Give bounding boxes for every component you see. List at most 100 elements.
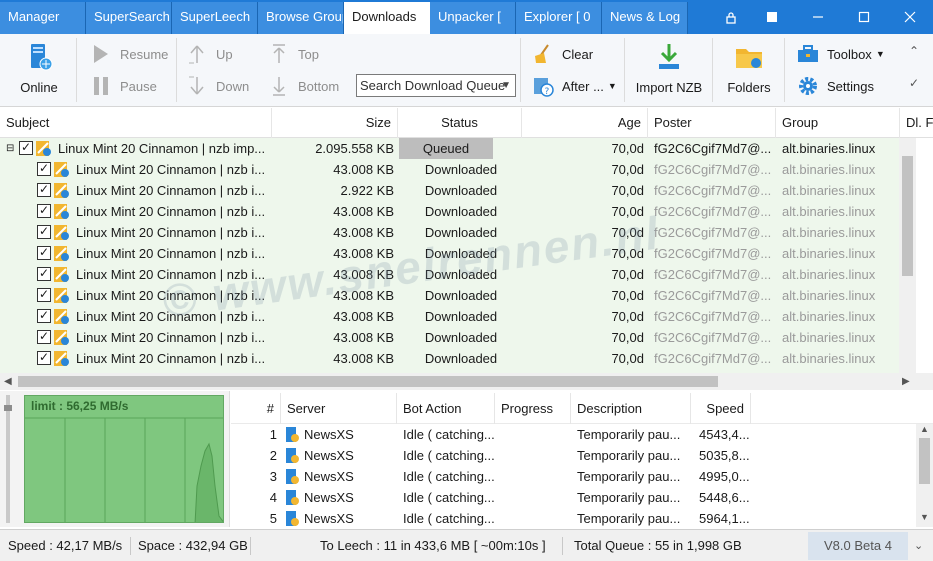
row-age: 70,0d (611, 225, 644, 240)
minimize-icon[interactable] (795, 0, 841, 34)
scrollbar-thumb[interactable] (919, 438, 930, 484)
import-nzb-button[interactable]: Import NZB (630, 42, 708, 95)
tab-downloads[interactable]: Downloads (344, 2, 430, 34)
server-speed: 5035,8... (699, 448, 750, 463)
row-checkbox[interactable]: ✓ (37, 162, 51, 176)
server-row[interactable]: 1 NewsXS Idle ( catching... Temporarily pau… (231, 424, 916, 445)
row-group: alt.binaries.linux (782, 162, 876, 177)
tab-manager[interactable]: Manager (0, 2, 86, 34)
row-checkbox[interactable]: ✓ (37, 204, 51, 218)
column-header-description[interactable]: Description (571, 393, 691, 424)
settings-button[interactable]: Settings (797, 75, 874, 97)
status-total-queue: Total Queue : 55 in 1,998 GB (574, 538, 742, 553)
vertical-scrollbar[interactable] (899, 138, 916, 373)
server-row[interactable]: 5 NewsXS Idle ( catching... Temporarily pau… (231, 508, 916, 527)
server-row[interactable]: 4 NewsXS Idle ( catching... Temporarily pau… (231, 487, 916, 508)
column-header-dl-folder[interactable]: Dl. F (900, 108, 933, 138)
row-checkbox[interactable]: ✓ (37, 351, 51, 365)
close-icon[interactable] (887, 0, 933, 34)
speed-limit-slider-track[interactable] (6, 395, 10, 523)
server-number: 4 (269, 490, 277, 505)
maximize-icon[interactable] (841, 0, 887, 34)
column-header-size[interactable]: Size (272, 108, 398, 138)
clear-button[interactable]: Clear (532, 43, 593, 65)
table-row[interactable]: ✓ Linux Mint 20 Cinnamon | nzb i... 43.008… (0, 243, 916, 264)
column-header-subject[interactable]: Subject (0, 108, 272, 138)
table-row[interactable]: ✓ Linux Mint 20 Cinnamon | nzb i... 43.008… (0, 348, 916, 369)
search-download-queue-input[interactable]: Search Download Queue ▼ (356, 74, 516, 97)
after-dropdown-button[interactable]: ? After ... ▼ (532, 75, 617, 97)
scroll-down-icon[interactable]: ▼ (920, 512, 929, 522)
column-header-group[interactable]: Group (776, 108, 900, 138)
table-row[interactable]: ✓ Linux Mint 20 Cinnamon | nzb i... 43.008… (0, 222, 916, 243)
table-row[interactable]: ✓ Linux Mint 20 Cinnamon | nzb i... 43.008… (0, 327, 916, 348)
scrollbar-thumb[interactable] (902, 156, 913, 276)
column-header-poster[interactable]: Poster (648, 108, 776, 138)
import-download-icon (654, 42, 684, 72)
restore-box-icon[interactable] (749, 0, 795, 34)
column-header-server[interactable]: Server (281, 393, 397, 424)
server-number: 3 (269, 469, 277, 484)
table-row-parent[interactable]: ⊟ ✓ Linux Mint 20 Cinnamon | nzb imp... … (0, 138, 916, 159)
row-checkbox[interactable]: ✓ (37, 309, 51, 323)
table-row[interactable]: ✓ Linux Mint 20 Cinnamon | nzb i... 43.008… (0, 264, 916, 285)
down-label: Down (216, 78, 250, 94)
toolbox-icon (797, 43, 819, 65)
row-checkbox[interactable]: ✓ (37, 330, 51, 344)
table-row[interactable]: ✓ Linux Mint 20 Cinnamon | nzb i... 2.922 … (0, 180, 916, 201)
row-checkbox[interactable]: ✓ (37, 183, 51, 197)
arrow-down-icon (186, 75, 208, 97)
folders-button[interactable]: Folders (722, 42, 776, 95)
horizontal-scrollbar[interactable]: ◀ ▶ (0, 373, 933, 390)
tab-explorer[interactable]: Explorer [ 0 (516, 2, 602, 34)
collapse-ribbon-icon[interactable]: ⌃ (909, 44, 919, 58)
row-checkbox[interactable]: ✓ (37, 288, 51, 302)
svg-text:?: ? (545, 87, 550, 97)
tab-unpacker[interactable]: Unpacker [ (430, 2, 516, 34)
title-bar: Manager SuperSearch SuperLeech Browse Gr… (0, 0, 933, 34)
table-row[interactable]: ✓ Linux Mint 20 Cinnamon | nzb i... 43.008… (0, 201, 916, 222)
move-bottom-button[interactable]: Bottom (268, 75, 339, 97)
table-row[interactable]: ✓ Linux Mint 20 Cinnamon | nzb i... 43.008… (0, 285, 916, 306)
pin-icon[interactable]: ✓ (909, 76, 919, 90)
speed-limit-slider-handle[interactable] (4, 405, 12, 411)
column-header-speed[interactable]: Speed (691, 393, 751, 424)
resume-button[interactable]: Resume (90, 43, 168, 65)
lock-icon[interactable] (713, 0, 749, 34)
server-icon (283, 447, 300, 464)
table-row[interactable]: ✓ Linux Mint 20 Cinnamon | nzb i... 43.008… (0, 306, 916, 327)
move-down-button[interactable]: Down (186, 75, 249, 97)
dropdown-arrow-icon: ▼ (875, 49, 885, 59)
scroll-right-icon[interactable]: ▶ (902, 373, 910, 390)
tab-browse-groups[interactable]: Browse Groups (258, 2, 344, 34)
chevron-down-icon[interactable]: ▼ (501, 75, 511, 96)
scrollbar-thumb[interactable] (18, 376, 718, 387)
row-checkbox[interactable]: ✓ (37, 246, 51, 260)
pause-button[interactable]: Pause (90, 75, 157, 97)
column-header-bot-action[interactable]: Bot Action (397, 393, 495, 424)
expand-chevron-icon[interactable]: ⌄ (914, 530, 923, 561)
tab-superleech[interactable]: SuperLeech (172, 2, 258, 34)
column-header-number[interactable]: # (231, 393, 281, 424)
server-list-scrollbar[interactable]: ▲ ▼ (916, 424, 933, 527)
row-checkbox[interactable]: ✓ (37, 225, 51, 239)
row-checkbox[interactable]: ✓ (19, 141, 33, 155)
table-row[interactable]: ✓ Linux Mint 20 Cinnamon | nzb i... 43.008… (0, 159, 916, 180)
move-top-button[interactable]: Top (268, 43, 319, 65)
row-checkbox[interactable]: ✓ (37, 267, 51, 281)
tab-news-log[interactable]: News & Log (602, 2, 688, 34)
scroll-up-icon[interactable]: ▲ (920, 424, 929, 434)
server-row[interactable]: 3 NewsXS Idle ( catching... Temporarily pau… (231, 466, 916, 487)
download-grid-header: Subject Size Status Age Poster Group Dl.… (0, 108, 933, 138)
tab-supersearch[interactable]: SuperSearch (86, 2, 172, 34)
server-row[interactable]: 2 NewsXS Idle ( catching... Temporarily pau… (231, 445, 916, 466)
collapse-tree-icon[interactable]: ⊟ (6, 138, 16, 159)
scroll-left-icon[interactable]: ◀ (4, 373, 12, 390)
column-header-age[interactable]: Age (522, 108, 648, 138)
online-button[interactable]: Online (14, 42, 64, 95)
column-header-status[interactable]: Status (398, 108, 522, 138)
toolbox-dropdown-button[interactable]: Toolbox ▼ (797, 43, 885, 65)
row-size: 43.008 KB (333, 162, 394, 177)
column-header-progress[interactable]: Progress (495, 393, 571, 424)
move-up-button[interactable]: Up (186, 43, 233, 65)
